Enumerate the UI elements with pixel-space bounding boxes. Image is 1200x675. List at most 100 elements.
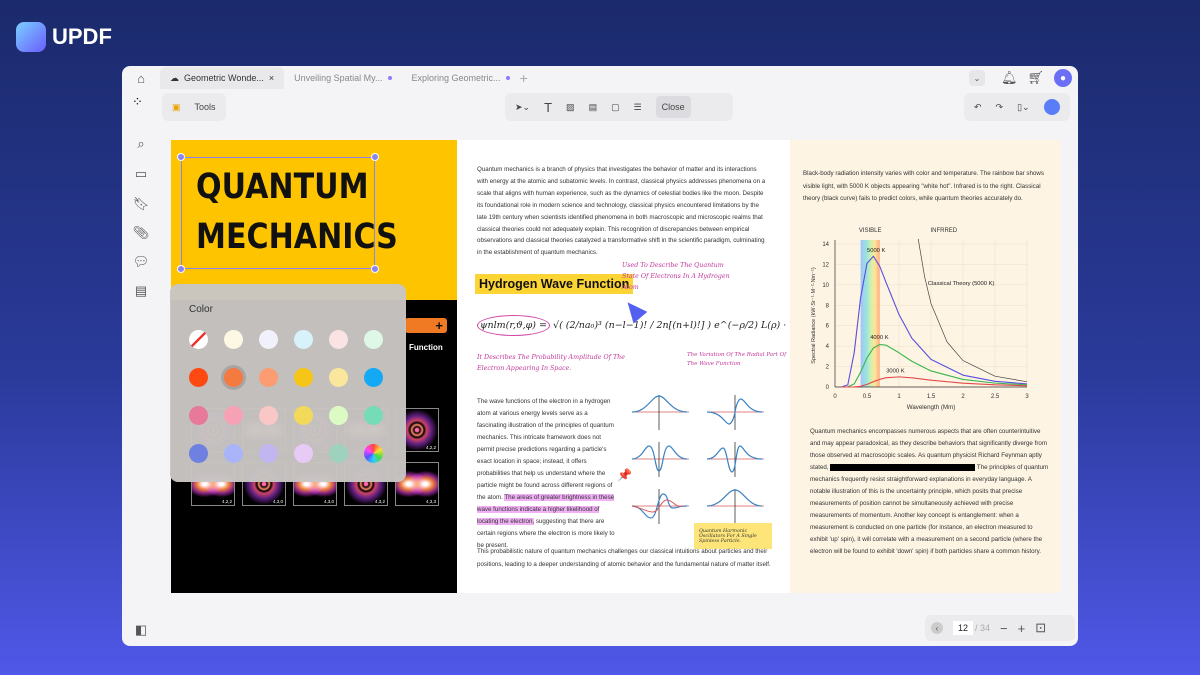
- y-tick-label: 12: [822, 262, 829, 268]
- x-tick-label: 3: [1025, 394, 1029, 400]
- apps-grid-icon[interactable]: ⁘: [132, 94, 143, 110]
- add-button[interactable]: +: [405, 318, 447, 333]
- x-tick-label: 2.5: [991, 394, 1000, 400]
- y-tick-label: 8: [826, 303, 830, 309]
- orbital-label: 4,3,0: [272, 499, 283, 504]
- orbital-label: 4,3,3: [425, 499, 436, 504]
- color-picker-popup: Color: [170, 284, 406, 482]
- resize-handle[interactable]: [371, 265, 379, 273]
- page-article: Quantum mechanics is a branch of physics…: [457, 140, 790, 593]
- home-icon[interactable]: ⌂: [122, 71, 160, 86]
- y-tick-label: 2: [826, 365, 830, 371]
- edit-toolbar: ➤⌄ T ▨ ▤ ▢ ☰ Close: [505, 93, 733, 121]
- layers-icon[interactable]: ◧: [132, 621, 150, 639]
- color-swatch[interactable]: [224, 444, 243, 463]
- x-tick-label: 0.5: [863, 394, 872, 400]
- color-swatch[interactable]: [364, 406, 383, 425]
- settings-sliders-icon[interactable]: ☰: [634, 102, 642, 113]
- notification-bell-icon[interactable]: 🔔︎: [1001, 70, 1018, 86]
- redaction-mark: [830, 463, 976, 471]
- close-edit-button[interactable]: Close: [655, 96, 691, 118]
- forms-icon[interactable]: ▤: [132, 282, 150, 300]
- orbital-label: 4,2,2: [221, 499, 232, 504]
- redo-icon[interactable]: ↷: [996, 102, 1004, 113]
- link-tool-icon[interactable]: ▤: [589, 102, 598, 113]
- color-swatch[interactable]: [224, 406, 243, 425]
- y-axis-label: Spectral Radiance (kW·Sr⁻¹·M⁻²·Nm⁻¹): [811, 267, 817, 364]
- avatar[interactable]: ●: [1054, 69, 1072, 87]
- bookmark-icon[interactable]: 🔖︎: [132, 195, 150, 213]
- resize-handle[interactable]: [371, 153, 379, 161]
- color-swatch[interactable]: [259, 330, 278, 349]
- color-swatch[interactable]: [294, 330, 313, 349]
- y-tick-label: 14: [822, 242, 829, 248]
- tab-3[interactable]: Exploring Geometric...: [402, 67, 520, 89]
- y-tick-label: 4: [826, 344, 830, 350]
- undo-icon[interactable]: ↶: [974, 102, 982, 113]
- close-tab-icon[interactable]: ×: [269, 73, 274, 83]
- orbital-label: 4,2,2: [425, 445, 436, 450]
- color-swatch[interactable]: [294, 444, 313, 463]
- fit-page-icon[interactable]: ⊡: [1035, 620, 1046, 636]
- ai-assistant-icon[interactable]: [1043, 99, 1060, 115]
- color-swatch[interactable]: [329, 330, 348, 349]
- save-icon[interactable]: ▯⌄: [1017, 102, 1030, 113]
- color-swatch[interactable]: [364, 330, 383, 349]
- series-label: 5000 K: [867, 248, 886, 254]
- image-tool-icon[interactable]: ▨: [566, 102, 575, 113]
- toolbox-icon: ▣: [172, 101, 181, 112]
- zoom-out-icon[interactable]: −: [1000, 621, 1008, 636]
- color-swatch[interactable]: [259, 368, 278, 387]
- wave-plots: [631, 395, 764, 524]
- infrared-label: INFRRED: [930, 228, 957, 234]
- series-line: [917, 238, 1028, 383]
- tab-bar: ⌂ ☁ Geometric Wonde... × Unveiling Spatial…: [122, 66, 1078, 90]
- color-swatch[interactable]: [294, 406, 313, 425]
- selected-title-box[interactable]: QUANTUM MECHANICS: [177, 153, 398, 273]
- attachment-icon[interactable]: 📎︎: [132, 224, 150, 242]
- resize-handle[interactable]: [177, 153, 185, 161]
- right-toolbar: ↶ ↷ ▯⌄: [964, 93, 1070, 121]
- new-tab-icon[interactable]: +: [520, 70, 528, 86]
- orbital-label: 4,3,2: [374, 499, 385, 504]
- color-swatch[interactable]: [364, 444, 383, 463]
- wave-function-formula: ψnlm(r,ϑ,φ) = √( (2/na₀)³ (n−l−1)! / 2n[…: [477, 315, 790, 336]
- zoom-in-icon[interactable]: +: [1018, 621, 1026, 636]
- tabs-dropdown-icon[interactable]: ⌄: [968, 70, 985, 86]
- color-swatch[interactable]: [189, 330, 208, 349]
- tab-1[interactable]: ☁ Geometric Wonde... ×: [160, 67, 285, 89]
- color-swatch[interactable]: [224, 368, 243, 387]
- color-swatch[interactable]: [189, 444, 208, 463]
- watermark-tool-icon[interactable]: ▢: [611, 102, 620, 113]
- color-swatch[interactable]: [329, 444, 348, 463]
- x-tick-label: 1.5: [927, 394, 936, 400]
- color-swatch[interactable]: [259, 444, 278, 463]
- color-swatch[interactable]: [189, 406, 208, 425]
- color-swatch[interactable]: [329, 368, 348, 387]
- comment-icon[interactable]: 💬︎: [132, 253, 150, 271]
- y-tick-label: 10: [822, 283, 829, 289]
- y-tick-label: 0: [826, 385, 830, 391]
- pushpin-icon[interactable]: 📌: [617, 468, 632, 482]
- resize-handle[interactable]: [177, 265, 185, 273]
- color-swatch[interactable]: [364, 368, 383, 387]
- prev-page-icon[interactable]: ‹: [931, 622, 943, 634]
- color-swatch[interactable]: [259, 406, 278, 425]
- color-swatch[interactable]: [189, 368, 208, 387]
- color-swatch[interactable]: [224, 330, 243, 349]
- unsaved-dot-icon: [387, 76, 392, 80]
- text-tool-icon[interactable]: T: [544, 100, 552, 115]
- color-swatch[interactable]: [329, 406, 348, 425]
- tools-button[interactable]: ▣ Tools: [162, 93, 226, 121]
- color-swatch[interactable]: [294, 368, 313, 387]
- pages-icon[interactable]: ▭: [132, 165, 150, 183]
- updf-logo-icon: [16, 22, 46, 52]
- x-tick-label: 2: [961, 394, 965, 400]
- series-label: Classical Theory (5000 K): [928, 281, 995, 287]
- page-number-input[interactable]: 12: [953, 621, 974, 635]
- x-tick-label: 0: [833, 394, 837, 400]
- search-icon[interactable]: ⌕: [132, 135, 150, 153]
- tab-2[interactable]: Unveiling Spatial My...: [284, 67, 401, 89]
- cart-icon[interactable]: 🛒︎: [1027, 70, 1044, 86]
- select-cursor-icon[interactable]: ➤⌄: [515, 102, 530, 113]
